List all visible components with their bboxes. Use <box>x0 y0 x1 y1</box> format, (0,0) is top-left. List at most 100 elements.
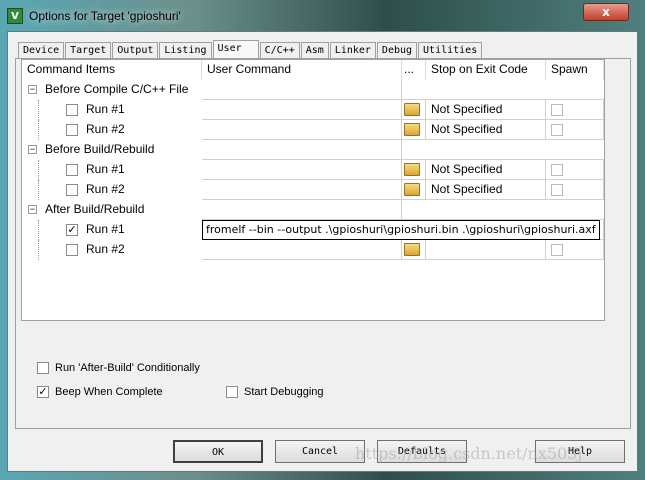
ok-button[interactable]: OK <box>173 440 263 463</box>
item-cell: Run #1 <box>22 160 202 180</box>
group-cell: − After Build/Rebuild <box>22 200 202 220</box>
group-label: Before Compile C/C++ File <box>45 82 189 96</box>
tree-line <box>38 220 44 240</box>
tab-debug[interactable]: Debug <box>376 42 418 59</box>
run-checkbox[interactable] <box>66 183 78 196</box>
tab-linker[interactable]: Linker <box>329 42 376 59</box>
tab-utilities[interactable]: Utilities <box>418 42 483 59</box>
browse-cell[interactable] <box>402 100 426 120</box>
run-label: Run #1 <box>86 162 125 176</box>
spawn-checkbox[interactable] <box>551 183 563 196</box>
spawn-checkbox[interactable] <box>551 163 563 176</box>
browse-cell[interactable] <box>402 180 426 200</box>
item-cell: Run #2 <box>22 240 202 260</box>
folder-browse-icon[interactable] <box>404 123 420 136</box>
stop-on-exit-code-select[interactable]: Not Specified <box>426 120 546 140</box>
group-label: Before Build/Rebuild <box>45 142 155 156</box>
group-row: − After Build/Rebuild <box>22 200 604 220</box>
table-header: Command Items User Command ... Stop on E… <box>22 60 604 80</box>
item-cell: ✓ Run #1 <box>22 220 202 240</box>
tree-line <box>38 240 44 260</box>
collapse-icon[interactable]: − <box>28 145 37 154</box>
run-checkbox[interactable]: ✓ <box>66 223 78 236</box>
run-checkbox[interactable] <box>66 243 78 256</box>
run-checkbox[interactable] <box>66 103 78 116</box>
beep-option[interactable]: ✓ Beep When Complete <box>37 386 163 398</box>
table-row: Run #2 Not Specified <box>22 180 604 200</box>
folder-browse-icon[interactable] <box>404 163 420 176</box>
empty-cell <box>426 140 546 160</box>
tab-user[interactable]: User <box>212 40 259 60</box>
tab-output[interactable]: Output <box>112 42 159 59</box>
folder-browse-icon[interactable] <box>404 183 420 196</box>
run-after-build-label: Run 'After-Build' Conditionally <box>55 362 200 374</box>
start-debugging-checkbox[interactable] <box>226 386 238 398</box>
run-after-build-checkbox[interactable] <box>37 362 49 374</box>
tab-bar: Device Target Output Listing User C/C++ Asm Lin… <box>18 40 483 60</box>
stop-on-exit-code-select[interactable]: Not Specified <box>426 180 546 200</box>
close-button[interactable]: x <box>583 3 629 21</box>
folder-browse-icon[interactable] <box>404 243 420 256</box>
user-command-input[interactable] <box>202 160 402 180</box>
tab-target[interactable]: Target <box>65 42 112 59</box>
user-command-input[interactable] <box>202 240 402 260</box>
spawn-cell <box>546 180 604 200</box>
table-row: Run #1 Not Specified <box>22 160 604 180</box>
group-cell: − Before Build/Rebuild <box>22 140 202 160</box>
empty-cell <box>402 140 426 160</box>
header-spawn: Spawn <box>546 60 604 80</box>
user-command-input[interactable] <box>202 120 402 140</box>
collapse-icon[interactable]: − <box>28 205 37 214</box>
window-title: Options for Target 'gpioshuri' <box>29 9 181 23</box>
stop-on-exit-code-select[interactable] <box>426 240 546 260</box>
header-stop-on-exit-code: Stop on Exit Code <box>426 60 546 80</box>
beep-label: Beep When Complete <box>55 386 163 398</box>
command-cell <box>202 140 402 160</box>
header-user-command: User Command <box>202 60 402 80</box>
run-checkbox[interactable] <box>66 123 78 136</box>
start-debugging-option[interactable]: Start Debugging <box>226 386 324 398</box>
table-row: Run #2 <box>22 240 604 260</box>
user-command-input[interactable] <box>202 100 402 120</box>
item-cell: Run #2 <box>22 120 202 140</box>
beep-checkbox[interactable]: ✓ <box>37 386 49 398</box>
table-row: Run #1 Not Specified <box>22 100 604 120</box>
command-items-table: Command Items User Command ... Stop on E… <box>21 59 605 321</box>
start-debugging-label: Start Debugging <box>244 386 324 398</box>
run-label: Run #2 <box>86 182 125 196</box>
run-label: Run #2 <box>86 122 125 136</box>
stop-on-exit-code-select[interactable]: Not Specified <box>426 160 546 180</box>
empty-cell <box>546 140 604 160</box>
browse-cell[interactable] <box>402 160 426 180</box>
dialog-body: Device Target Output Listing User C/C++ Asm Lin… <box>7 31 638 472</box>
browse-cell[interactable] <box>402 120 426 140</box>
item-cell: Run #1 <box>22 100 202 120</box>
tab-asm[interactable]: Asm <box>300 42 329 59</box>
run-label: Run #2 <box>86 242 125 256</box>
command-cell <box>202 80 402 100</box>
run-after-build-option[interactable]: Run 'After-Build' Conditionally <box>37 362 200 374</box>
tab-cc[interactable]: C/C++ <box>259 42 300 59</box>
run-checkbox[interactable] <box>66 163 78 176</box>
collapse-icon[interactable]: − <box>28 85 37 94</box>
tab-listing[interactable]: Listing <box>159 42 212 59</box>
browse-cell[interactable] <box>402 240 426 260</box>
empty-cell <box>546 200 604 220</box>
user-command-input[interactable] <box>202 180 402 200</box>
empty-cell <box>426 80 546 100</box>
spawn-checkbox[interactable] <box>551 123 563 136</box>
empty-cell <box>546 80 604 100</box>
stop-on-exit-code-select[interactable]: Not Specified <box>426 100 546 120</box>
folder-browse-icon[interactable] <box>404 103 420 116</box>
empty-cell <box>402 200 426 220</box>
spawn-checkbox[interactable] <box>551 243 563 256</box>
watermark: https://blog.csdn.net/nx505j <box>355 444 583 463</box>
cancel-button[interactable]: Cancel <box>275 440 365 463</box>
spawn-cell <box>546 120 604 140</box>
table-row: ✓ Run #1 fromelf --bin --output .\gpioshur… <box>22 220 604 240</box>
tab-device[interactable]: Device <box>18 42 65 59</box>
user-command-editbox[interactable]: fromelf --bin --output .\gpioshuri\gpios… <box>202 220 600 240</box>
header-browse: ... <box>402 60 426 80</box>
run-label: Run #1 <box>86 222 125 236</box>
spawn-checkbox[interactable] <box>551 103 563 116</box>
